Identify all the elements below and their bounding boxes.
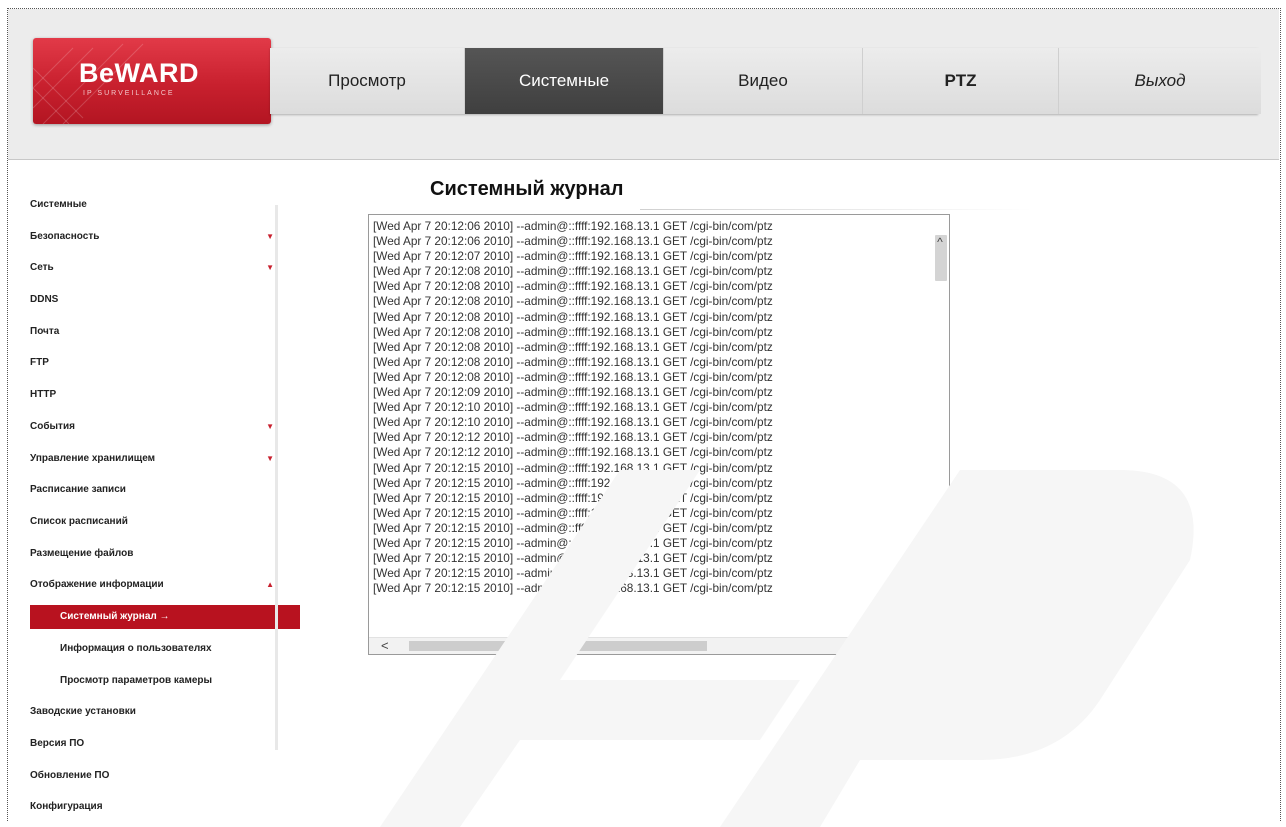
log-line: [Wed Apr 7 20:12:08 2010] --admin@::ffff… <box>373 354 773 369</box>
sidebar-item-info-display[interactable]: Отображение информации ▲ <box>30 569 280 601</box>
sidebar-item-label: События <box>30 420 75 432</box>
sidebar-item-label: Обновление ПО <box>30 769 110 781</box>
log-line: [Wed Apr 7 20:12:07 2010] --admin@::ffff… <box>373 249 773 264</box>
log-line: [Wed Apr 7 20:12:06 2010] --admin@::ffff… <box>373 219 773 233</box>
log-lines: [Wed Apr 7 20:12:06 2010] --admin@::ffff… <box>373 219 933 596</box>
log-line: [Wed Apr 7 20:12:15 2010] --admin@::ffff… <box>373 581 773 596</box>
log-line: [Wed Apr 7 20:12:15 2010] --admin@::ffff… <box>373 505 773 520</box>
tab-ptz[interactable]: PTZ <box>863 48 1059 114</box>
sidebar-item-user-info[interactable]: Информация о пользователях <box>30 633 280 665</box>
sidebar-item-mail[interactable]: Почта <box>30 316 280 348</box>
sidebar-item-label: Сеть <box>30 262 54 274</box>
sidebar-item-factory-defaults[interactable]: Заводские установки <box>30 696 280 728</box>
sidebar-item-label: Конфигурация <box>30 801 103 813</box>
log-line: [Wed Apr 7 20:12:10 2010] --admin@::ffff… <box>373 400 773 415</box>
log-line: [Wed Apr 7 20:12:08 2010] --admin@::ffff… <box>373 294 773 309</box>
log-line: [Wed Apr 7 20:12:15 2010] --admin@::ffff… <box>373 475 773 490</box>
sidebar-item-system-log[interactable]: Системный журнал → <box>30 604 300 629</box>
log-line: [Wed Apr 7 20:12:08 2010] --admin@::ffff… <box>373 309 773 324</box>
sidebar-item-label: Управление хранилищем <box>30 452 156 464</box>
log-line: [Wed Apr 7 20:12:15 2010] --admin@::ffff… <box>373 535 773 550</box>
scroll-left-icon[interactable]: < <box>381 638 389 654</box>
logo-text: BeWARD <box>79 58 200 88</box>
sidebar-item-storage[interactable]: Управление хранилищем ▼ <box>30 443 280 475</box>
tab-video[interactable]: Видео <box>664 48 863 114</box>
sidebar-divider <box>275 205 278 750</box>
sidebar-item-camera-params[interactable]: Просмотр параметров камеры <box>30 665 280 697</box>
chevron-up-icon[interactable]: ▲ <box>266 569 274 601</box>
log-line: [Wed Apr 7 20:12:15 2010] --admin@::ffff… <box>373 490 773 505</box>
chevron-down-icon[interactable]: ▼ <box>266 252 274 284</box>
log-line: [Wed Apr 7 20:12:08 2010] --admin@::ffff… <box>373 369 773 384</box>
sidebar-item-label: FTP <box>30 357 49 369</box>
scroll-up-icon[interactable]: ^ <box>933 235 947 249</box>
sidebar-item-network[interactable]: Сеть ▼ <box>30 252 280 284</box>
sidebar-item-file-location[interactable]: Размещение файлов <box>30 538 280 570</box>
sidebar-item-label: Расписание записи <box>30 484 126 496</box>
sidebar-item-label: Безопасность <box>30 230 100 242</box>
sidebar-item-ftp[interactable]: FTP <box>30 347 280 379</box>
sidebar: Системные Безопасность ▼ Сеть ▼ DDNS Почта… <box>30 189 300 823</box>
sidebar-item-events[interactable]: События ▼ <box>30 411 280 443</box>
sidebar-item-label: Заводские установки <box>30 706 136 718</box>
sidebar-item-label: Почта <box>30 325 60 337</box>
chevron-down-icon[interactable]: ▼ <box>266 221 274 253</box>
tab-logout[interactable]: Выход <box>1059 48 1261 114</box>
sidebar-item-system[interactable]: Системные <box>30 189 280 221</box>
sidebar-item-label: Размещение файлов <box>30 547 134 559</box>
title-underline <box>640 209 1032 210</box>
scroll-down-icon[interactable]: ∨ <box>933 600 947 614</box>
horizontal-scrollbar[interactable]: < > <box>369 637 935 654</box>
sidebar-item-label: DDNS <box>30 294 59 306</box>
sidebar-item-firmware-update[interactable]: Обновление ПО <box>30 760 280 792</box>
tab-view[interactable]: Просмотр <box>270 48 465 114</box>
log-line: [Wed Apr 7 20:12:09 2010] --admin@::ffff… <box>373 385 773 400</box>
page-title: Системный журнал <box>430 178 624 200</box>
sidebar-item-configuration[interactable]: Конфигурация <box>30 791 280 823</box>
log-line: [Wed Apr 7 20:12:12 2010] --admin@::ffff… <box>373 445 773 460</box>
logo-subtitle: IP SURVEILLANCE <box>83 90 175 97</box>
log-line: [Wed Apr 7 20:12:08 2010] --admin@::ffff… <box>373 324 773 339</box>
sidebar-item-label: Список расписаний <box>30 515 128 527</box>
sidebar-item-label: HTTP <box>30 389 57 401</box>
sidebar-item-label: Просмотр параметров камеры <box>60 674 213 686</box>
sidebar-item-label: Информация о пользователях <box>60 642 212 654</box>
chevron-down-icon[interactable]: ▼ <box>266 411 274 443</box>
sidebar-item-http[interactable]: HTTP <box>30 379 280 411</box>
log-line: [Wed Apr 7 20:12:15 2010] --admin@::ffff… <box>373 566 773 581</box>
sidebar-item-schedule-list[interactable]: Список расписаний <box>30 506 280 538</box>
arrow-right-icon: → <box>159 610 170 622</box>
sidebar-item-ddns[interactable]: DDNS <box>30 284 280 316</box>
sidebar-item-label: Системный журнал <box>60 610 157 622</box>
log-line: [Wed Apr 7 20:12:08 2010] --admin@::ffff… <box>373 264 773 279</box>
log-line: [Wed Apr 7 20:12:15 2010] --admin@::ffff… <box>373 520 773 535</box>
log-line: [Wed Apr 7 20:12:10 2010] --admin@::ffff… <box>373 415 773 430</box>
beward-logo[interactable]: BeWARD IP SURVEILLANCE <box>33 38 271 124</box>
log-line: [Wed Apr 7 20:12:08 2010] --admin@::ffff… <box>373 339 773 354</box>
log-line: [Wed Apr 7 20:12:06 2010] --admin@::ffff… <box>373 234 773 249</box>
tab-system[interactable]: Системные <box>465 48 664 114</box>
log-line: [Wed Apr 7 20:12:15 2010] --admin@::ffff… <box>373 460 773 475</box>
sidebar-item-record-schedule[interactable]: Расписание записи <box>30 474 280 506</box>
log-line: [Wed Apr 7 20:12:15 2010] --admin@::ffff… <box>373 551 773 566</box>
log-line: [Wed Apr 7 20:12:12 2010] --admin@::ffff… <box>373 430 773 445</box>
system-log-textarea[interactable]: [Wed Apr 7 20:12:06 2010] --admin@::ffff… <box>368 214 950 655</box>
sidebar-item-label: Системные <box>30 199 87 210</box>
sidebar-item-label: Отображение информации <box>30 579 164 591</box>
chevron-down-icon[interactable]: ▼ <box>266 443 274 475</box>
horizontal-scrollbar-thumb[interactable] <box>409 641 707 651</box>
scroll-right-icon[interactable]: > <box>901 638 909 654</box>
sidebar-item-label: Версия ПО <box>30 738 85 749</box>
main-nav: Просмотр Системные Видео PTZ Выход <box>270 48 1261 114</box>
log-line: [Wed Apr 7 20:12:08 2010] --admin@::ffff… <box>373 279 773 294</box>
sidebar-item-security[interactable]: Безопасность ▼ <box>30 221 280 253</box>
sidebar-item-firmware-version[interactable]: Версия ПО <box>30 728 280 760</box>
